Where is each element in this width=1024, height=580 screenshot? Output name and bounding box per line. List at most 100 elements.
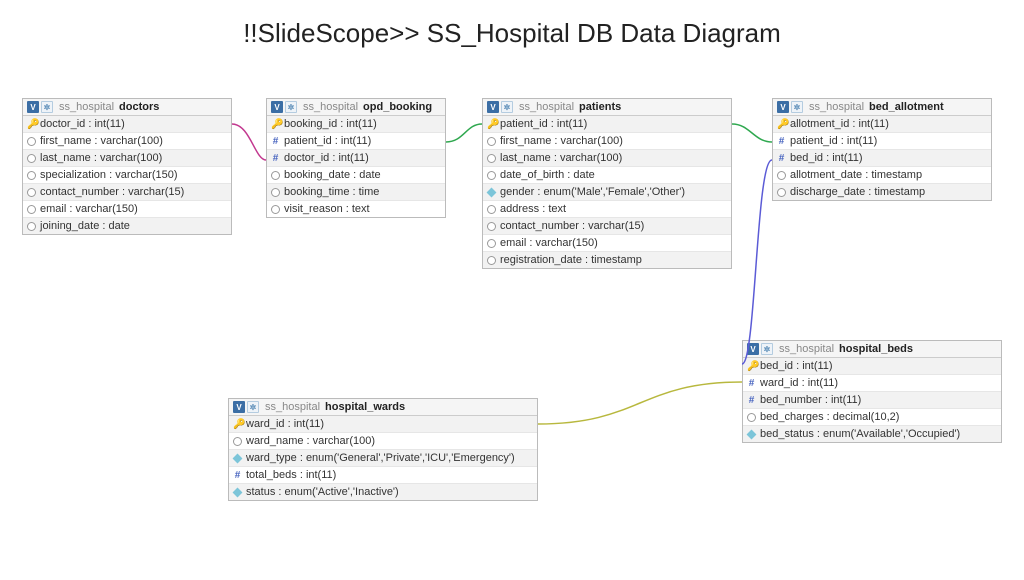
column-icon <box>487 222 496 231</box>
column-name: bed_id <box>790 152 823 164</box>
column-name: first_name <box>40 135 91 147</box>
colon: : <box>297 469 306 481</box>
column-row: last_name : varchar(100) <box>483 150 731 167</box>
v-icon: V <box>747 343 759 355</box>
column-type: varchar(100) <box>313 435 375 447</box>
colon: : <box>814 428 823 440</box>
column-type: enum('General','Private','ICU','Emergenc… <box>306 452 515 464</box>
colon: : <box>582 254 591 266</box>
column-row: status : enum('Active','Inactive') <box>229 484 537 500</box>
hash-icon: # <box>233 471 242 480</box>
table-header: V ✲ ss_hospital patients <box>483 99 731 116</box>
column-type: int(11) <box>847 135 877 147</box>
column-row: gender : enum('Male','Female','Other') <box>483 184 731 201</box>
column-row: contact_number : varchar(15) <box>483 218 731 235</box>
gear-icon: ✲ <box>761 343 773 355</box>
column-name: email <box>500 237 526 249</box>
column-name: address <box>500 203 539 215</box>
column-type: varchar(100) <box>561 135 623 147</box>
column-row: 🔑ward_id : int(11) <box>229 416 537 433</box>
column-type: varchar(100) <box>100 152 162 164</box>
v-icon: V <box>27 101 39 113</box>
gear-icon: ✲ <box>501 101 513 113</box>
column-row: #ward_id : int(11) <box>743 375 1001 392</box>
column-name: patient_id <box>284 135 332 147</box>
table-header: V ✲ ss_hospital doctors <box>23 99 231 116</box>
colon: : <box>534 186 543 198</box>
column-name: contact_number <box>40 186 119 198</box>
gear-icon: ✲ <box>791 101 803 113</box>
column-type: enum('Active','Inactive') <box>285 486 399 498</box>
column-row: discharge_date : timestamp <box>773 184 991 200</box>
colon: : <box>99 220 108 232</box>
column-type: text <box>548 203 566 215</box>
colon: : <box>824 411 833 423</box>
colon: : <box>91 152 100 164</box>
column-icon <box>27 205 36 214</box>
column-type: time <box>359 186 380 198</box>
column-name: allotment_date <box>790 169 862 181</box>
column-row: 🔑patient_id : int(11) <box>483 116 731 133</box>
column-name: first_name <box>500 135 551 147</box>
relation-line <box>538 382 742 424</box>
table-name: hospital_beds <box>839 343 913 355</box>
column-icon <box>777 188 786 197</box>
relation-line <box>742 160 772 364</box>
colon: : <box>275 486 284 498</box>
column-icon <box>271 171 280 180</box>
colon: : <box>350 169 359 181</box>
column-name: booking_id <box>284 118 337 130</box>
table-header: V ✲ ss_hospital hospital_wards <box>229 399 537 416</box>
column-name: joining_date <box>40 220 99 232</box>
table-patients: V ✲ ss_hospital patients 🔑patient_id : i… <box>482 98 732 269</box>
table-header: V ✲ ss_hospital opd_booking <box>267 99 445 116</box>
column-name: date_of_birth <box>500 169 564 181</box>
key-icon: 🔑 <box>487 120 496 129</box>
column-icon <box>487 137 496 146</box>
column-name: allotment_id <box>790 118 849 130</box>
colon: : <box>849 118 858 130</box>
column-type: varchar(150) <box>115 169 177 181</box>
column-name: ward_id <box>246 418 285 430</box>
column-name: status <box>246 486 275 498</box>
column-row: 🔑doctor_id : int(11) <box>23 116 231 133</box>
column-type: date <box>109 220 130 232</box>
colon: : <box>91 135 100 147</box>
colon: : <box>349 186 358 198</box>
column-row: first_name : varchar(100) <box>23 133 231 150</box>
column-icon <box>271 205 280 214</box>
column-name: bed_id <box>760 360 793 372</box>
column-row: #patient_id : int(11) <box>267 133 445 150</box>
column-type: int(11) <box>808 377 838 389</box>
v-icon: V <box>487 101 499 113</box>
table-name: patients <box>579 101 621 113</box>
hash-icon: # <box>271 154 280 163</box>
table-columns: 🔑allotment_id : int(11)#patient_id : int… <box>773 116 991 200</box>
table-columns: 🔑ward_id : int(11)ward_name : varchar(10… <box>229 416 537 500</box>
table-doctors: V ✲ ss_hospital doctors 🔑doctor_id : int… <box>22 98 232 235</box>
column-row: bed_status : enum('Available','Occupied'… <box>743 426 1001 442</box>
colon: : <box>337 118 346 130</box>
column-name: doctor_id <box>284 152 329 164</box>
column-row: last_name : varchar(100) <box>23 150 231 167</box>
column-name: bed_status <box>760 428 814 440</box>
column-type: int(11) <box>341 135 371 147</box>
table-name: bed_allotment <box>869 101 944 113</box>
key-icon: 🔑 <box>271 120 280 129</box>
column-type: enum('Available','Occupied') <box>823 428 960 440</box>
column-row: 🔑allotment_id : int(11) <box>773 116 991 133</box>
column-type: varchar(100) <box>101 135 163 147</box>
column-name: total_beds <box>246 469 297 481</box>
column-row: visit_reason : text <box>267 201 445 217</box>
column-type: varchar(100) <box>560 152 622 164</box>
column-name: email <box>40 203 66 215</box>
v-icon: V <box>271 101 283 113</box>
table-hospital-wards: V ✲ ss_hospital hospital_wards 🔑ward_id … <box>228 398 538 501</box>
column-row: specialization : varchar(150) <box>23 167 231 184</box>
column-row: address : text <box>483 201 731 218</box>
column-name: doctor_id <box>40 118 85 130</box>
table-columns: 🔑bed_id : int(11)#ward_id : int(11)#bed_… <box>743 358 1001 442</box>
gear-icon: ✲ <box>285 101 297 113</box>
colon: : <box>823 152 832 164</box>
column-type: int(11) <box>346 118 376 130</box>
